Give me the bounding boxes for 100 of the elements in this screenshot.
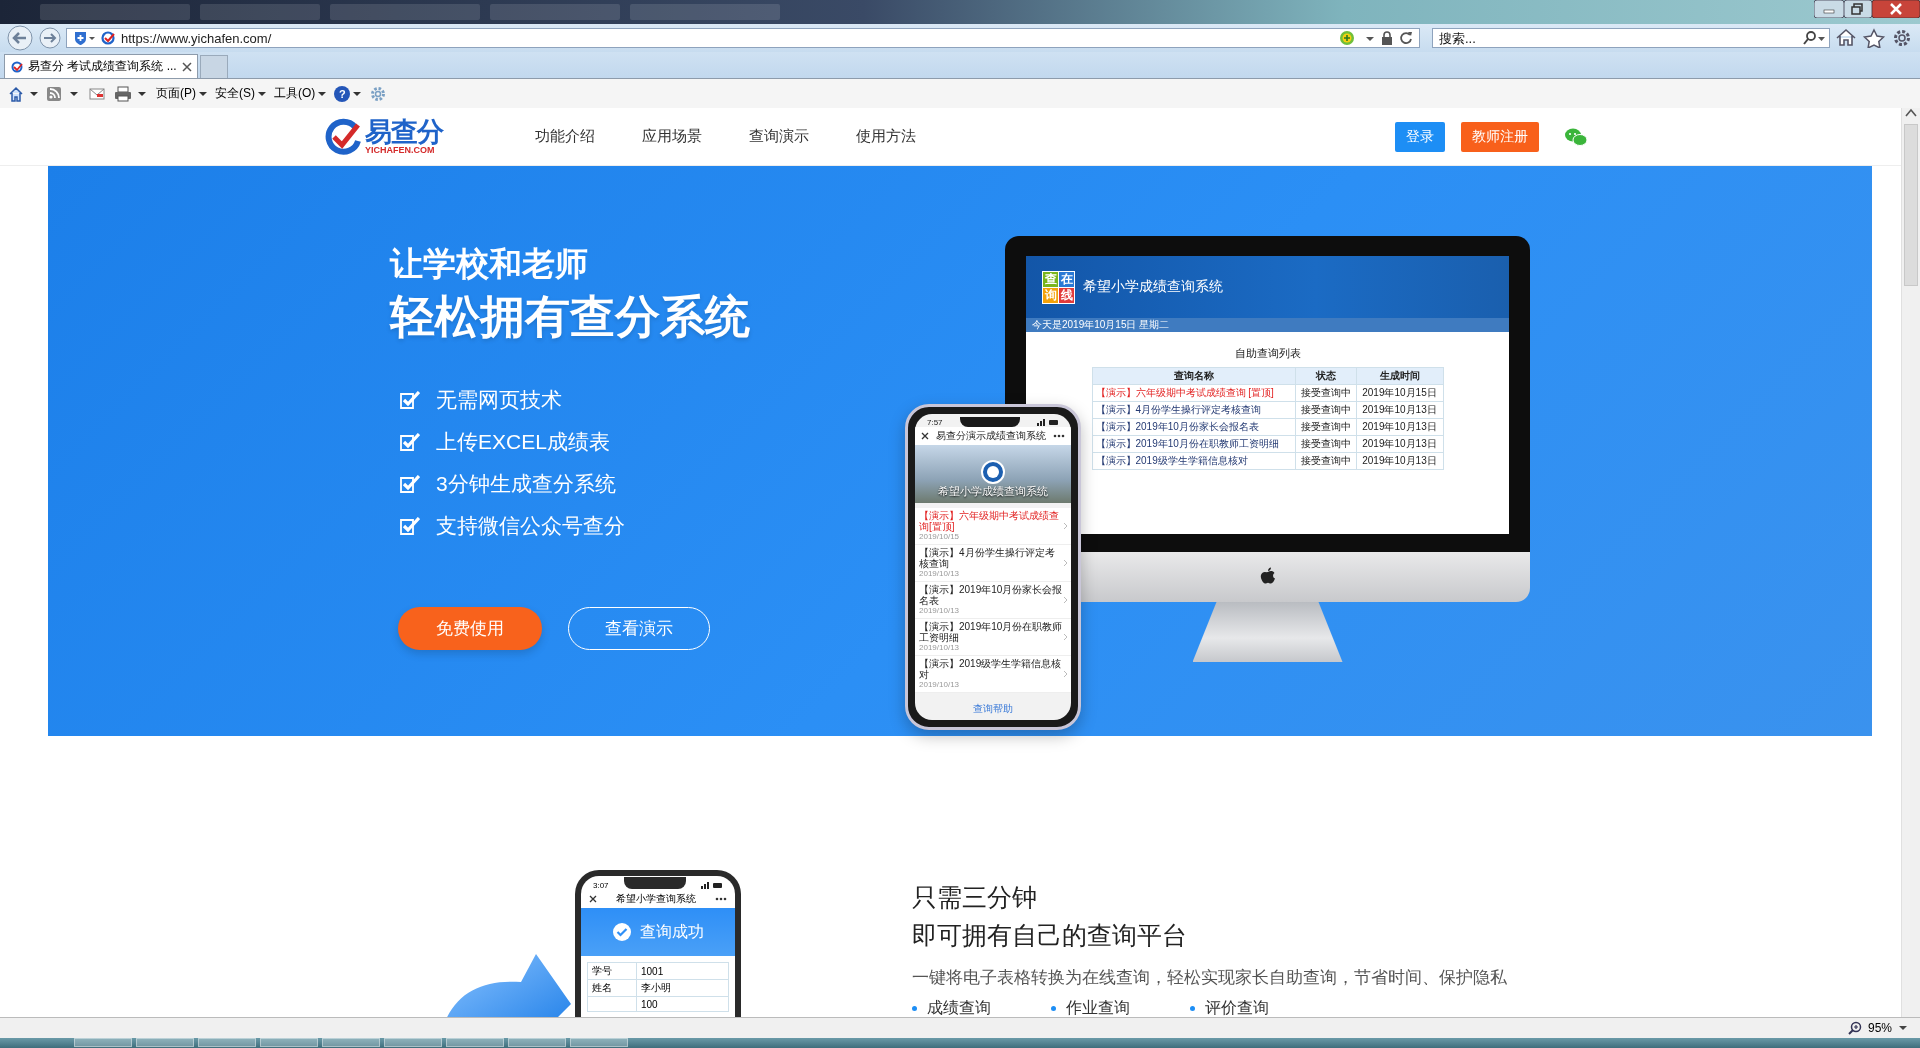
phone-notch (959, 417, 1020, 427)
scrollbar-thumb[interactable] (1904, 124, 1918, 286)
bullet-text: 成绩查询 (927, 998, 991, 1017)
close-icon[interactable] (589, 895, 597, 903)
taskbar-button[interactable] (136, 1038, 194, 1047)
table-cell: 姓名 (587, 979, 637, 997)
feed-icon[interactable] (46, 85, 80, 102)
list-item[interactable]: 【演示】4月份学生操行评定考核查询 2019/10/13 (915, 545, 1071, 582)
taskbar-button[interactable] (74, 1038, 132, 1047)
more-icon[interactable] (715, 897, 727, 901)
table-cell: 2019年10月13日 (1356, 435, 1443, 453)
signal-battery-icon (701, 881, 723, 889)
taskbar-button[interactable] (198, 1038, 256, 1047)
item-date: 2019/10/13 (919, 643, 961, 653)
nav-link[interactable]: 功能介绍 (535, 127, 595, 146)
taskbar-button[interactable] (322, 1038, 380, 1047)
taskbar-button[interactable] (508, 1038, 566, 1047)
checkmark-icon (400, 517, 420, 536)
item-date: 2019/10/13 (919, 606, 961, 616)
table-cell: 【演示】六年级期中考试成绩查询 [置顶] (1092, 384, 1296, 402)
settings-icon[interactable] (369, 84, 388, 103)
bullet-dot (1190, 1006, 1195, 1011)
screen-title: 希望小学成绩查询系统 (1083, 278, 1223, 296)
restore-button[interactable] (1844, 0, 1872, 18)
list-item[interactable]: 【演示】六年级期中考试成绩查询[置顶] 2019/10/15 (915, 508, 1071, 545)
bullet-text: 作业查询 (1066, 998, 1130, 1017)
phone-title: 希望小学查询系统 (616, 892, 696, 906)
close-icon[interactable] (921, 432, 929, 440)
checkmark-icon (400, 475, 420, 494)
nav-link[interactable]: 查询演示 (749, 127, 809, 146)
help-link[interactable]: 查询帮助 (915, 702, 1071, 716)
dropdown-icon[interactable] (1898, 1023, 1908, 1033)
close-button[interactable] (1872, 0, 1920, 18)
mail-icon[interactable] (88, 85, 106, 102)
taskbar-button[interactable] (384, 1038, 442, 1047)
menu-button[interactable]: 页面(P) (156, 85, 207, 102)
list-item[interactable]: 【演示】2019年10月份在职教师工资明细 2019/10/13 (915, 619, 1071, 656)
search-icon[interactable] (1802, 30, 1826, 46)
close-icon[interactable] (181, 61, 192, 72)
banner-title: 希望小学成绩查询系统 (938, 484, 1048, 499)
print-icon[interactable] (114, 85, 148, 102)
chevron-icon (1063, 633, 1068, 641)
phone-title: 易查分演示成绩查询系统 (936, 429, 1046, 443)
more-icon[interactable] (1053, 434, 1065, 438)
item-title: 【演示】2019年10月份家长会报名表 (919, 584, 1063, 606)
home-icon[interactable] (1834, 28, 1858, 48)
taskbar-button[interactable] (570, 1038, 628, 1047)
item-title: 【演示】2019年10月份在职教师工资明细 (919, 621, 1063, 643)
table-cell: 【演示】2019年10月份在职教师工资明细 (1092, 435, 1296, 453)
zoom-level[interactable]: 95% (1867, 1021, 1892, 1035)
menu-button[interactable]: 工具(O) (274, 85, 327, 102)
taskbar-button[interactable] (446, 1038, 504, 1047)
hero-title: 轻松拥有查分系统 (390, 289, 751, 344)
forward-button[interactable] (38, 26, 62, 50)
table-cell: 【演示】4月份学生操行评定考核查询 (1092, 401, 1296, 419)
zoom-icon[interactable] (1847, 1021, 1862, 1035)
feature-text: 上传EXCEL成绩表 (436, 429, 610, 456)
column-header: 状态 (1295, 367, 1356, 385)
table-cell: 接受查询中 (1295, 435, 1356, 453)
check-circle-icon (612, 922, 632, 942)
refresh-icon[interactable] (1399, 30, 1413, 46)
home-icon[interactable] (8, 85, 38, 102)
chevron-icon (1063, 596, 1068, 604)
feature-text: 无需网页技术 (436, 387, 562, 414)
site-logo-icon (11, 60, 23, 73)
browser-tab[interactable]: 易查分 考试成绩查询系统 ... (4, 54, 198, 78)
success-text: 查询成功 (640, 921, 704, 942)
menu-button[interactable]: 安全(S) (215, 85, 266, 102)
nav-link[interactable]: 使用方法 (856, 127, 916, 146)
list-item[interactable]: 【演示】2019年10月份家长会报名表 2019/10/13 (915, 582, 1071, 619)
section-heading: 只需三分钟 (912, 882, 1038, 913)
back-button[interactable] (6, 25, 34, 51)
site-logo-icon (101, 31, 115, 45)
table-cell: 100 (636, 996, 729, 1012)
column-header: 生成时间 (1356, 367, 1443, 385)
scrollbar[interactable] (1901, 108, 1920, 1017)
table-cell: 2019年10月13日 (1356, 401, 1443, 419)
bullet-dot (1051, 1006, 1056, 1011)
chevron-icon (1063, 559, 1068, 567)
search-field[interactable]: 搜索... (1432, 28, 1830, 48)
nav-link[interactable]: 应用场景 (642, 127, 702, 146)
chat-bubbles-icon[interactable] (1564, 126, 1588, 147)
favorites-icon[interactable] (1862, 28, 1886, 48)
phone-time: 7:57 (927, 417, 943, 427)
list-item[interactable]: 【演示】2019级学生学籍信息核对 2019/10/13 (915, 656, 1071, 693)
site-logo: 查 在 询 线 (1042, 270, 1075, 304)
table-cell: 2019年10月13日 (1356, 452, 1443, 470)
feature-text: 支持微信公众号查分 (436, 513, 625, 540)
logo-mark-icon (325, 116, 363, 157)
table-cell: 【演示】2019级学生学籍信息核对 (1092, 452, 1296, 470)
address-field[interactable]: https://www.yichafen.com/ (66, 28, 1420, 48)
column-header: 查询名称 (1092, 367, 1296, 385)
shield-icon (73, 30, 95, 46)
item-title: 【演示】4月份学生操行评定考核查询 (919, 547, 1056, 569)
taskbar-button[interactable] (260, 1038, 318, 1047)
signal-battery-icon (1037, 418, 1059, 426)
bullet-dot (912, 1006, 917, 1011)
help-icon[interactable]: ? (334, 85, 351, 102)
chevron-icon (1063, 522, 1068, 530)
feature-text: 3分钟生成查分系统 (436, 471, 616, 498)
